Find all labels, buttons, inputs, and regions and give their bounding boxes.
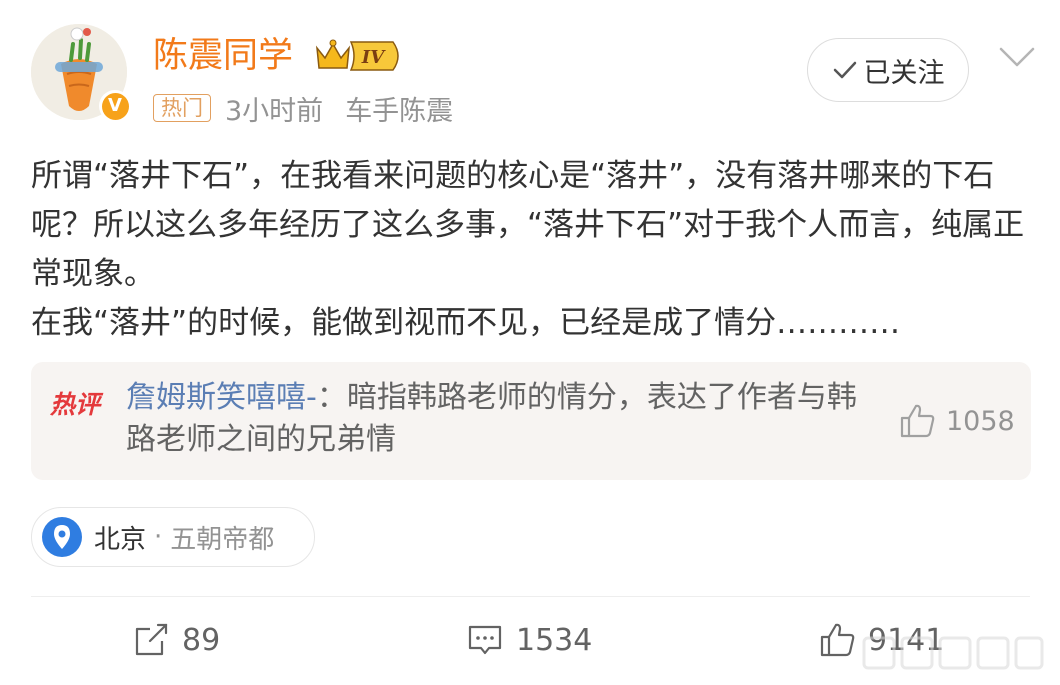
location-city: 北京 <box>94 524 147 555</box>
location-pin-icon <box>42 517 82 557</box>
post-paragraph: 所谓“落井下石”，在我看来问题的核心是“落井”，没有落井哪来的下石呢？所以这么多… <box>31 158 1025 292</box>
location-chip[interactable]: 北京 · 五朝帝都 <box>31 507 315 567</box>
weibo-post: V 陈震同学 IV 热门 3小时前 车手陈震 已关注 所谓“落井下石”，在我看来… <box>0 0 1060 685</box>
post-source[interactable]: 车手陈震 <box>345 89 453 128</box>
hot-comment-label-icon: 热评 <box>50 391 104 419</box>
repost-button[interactable]: 89 <box>132 618 220 662</box>
follow-button[interactable]: 已关注 <box>807 38 969 102</box>
username[interactable]: 陈震同学 <box>153 32 293 80</box>
location-separator: · <box>154 522 163 552</box>
hot-comment-like-count: 1058 <box>946 405 1015 437</box>
thumbs-up-icon <box>820 623 855 657</box>
hot-comment[interactable]: 热评 詹姆斯笑嘻嘻-：暗指韩路老师的情分，表达了作者与韩路老师之间的兄弟情 10… <box>31 362 1031 480</box>
post-content: 所谓“落井下石”，在我看来问题的核心是“落井”，没有落井哪来的下石呢？所以这么多… <box>31 152 1041 348</box>
check-icon <box>833 61 856 79</box>
comment-icon <box>468 625 502 655</box>
hot-comment-separator: ： <box>316 380 347 415</box>
post-paragraph: 在我“落井”的时候，能做到视而不见，已经是成了情分………… <box>31 305 901 341</box>
follow-button-label: 已关注 <box>863 57 945 89</box>
hot-comment-label: 热评 <box>50 391 104 419</box>
hot-comment-user[interactable]: 詹姆斯笑嘻嘻- <box>126 380 317 415</box>
hot-comment-like[interactable]: 1058 <box>898 402 1015 440</box>
comment-count: 1534 <box>516 622 593 658</box>
comment-button[interactable]: 1534 <box>466 618 592 662</box>
avatar[interactable]: V <box>31 24 131 122</box>
watermark-icon <box>862 636 1044 670</box>
post-meta: 热门 3小时前 车手陈震 <box>153 89 475 127</box>
action-divider <box>31 596 1030 597</box>
hot-comment-body: 詹姆斯笑嘻嘻-：暗指韩路老师的情分，表达了作者与韩路老师之间的兄弟情 <box>126 377 866 461</box>
location-description: 五朝帝都 <box>170 524 275 555</box>
repost-count: 89 <box>182 622 221 658</box>
level-crown-badge-icon: IV <box>316 39 399 71</box>
repost-icon <box>135 623 168 656</box>
chevron-down-icon[interactable] <box>998 44 1036 70</box>
post-time: 3小时前 <box>225 95 324 127</box>
hot-tag: 热门 <box>153 94 211 122</box>
verified-v-icon: V <box>101 92 129 120</box>
verified-badge: V <box>99 90 131 122</box>
thumbs-up-icon <box>900 404 935 438</box>
level-badge-text: IV <box>361 47 386 68</box>
